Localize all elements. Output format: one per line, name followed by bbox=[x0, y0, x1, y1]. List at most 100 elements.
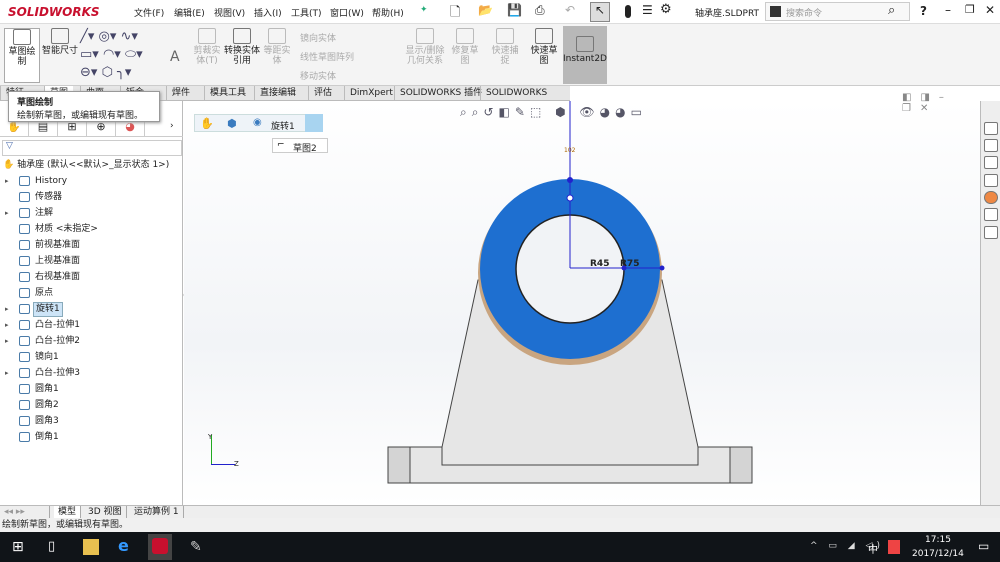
feature-icon bbox=[19, 400, 30, 410]
appearances-icon[interactable] bbox=[984, 191, 998, 204]
z-axis-icon bbox=[211, 464, 235, 465]
rapid-sketch-button[interactable]: 快速草图 bbox=[528, 28, 560, 66]
triad: Y Z bbox=[208, 433, 240, 469]
tab-direct-editing[interactable]: 直接编辑 bbox=[254, 86, 301, 101]
menu-view[interactable]: 视图(V) bbox=[214, 6, 245, 19]
sketch-point[interactable] bbox=[566, 194, 574, 202]
convert-entities-button[interactable]: 转换实体引用 bbox=[224, 28, 260, 66]
paint-icon[interactable]: ✎ bbox=[190, 539, 206, 555]
ime-indicator[interactable]: 中 bbox=[868, 541, 878, 556]
minimize-button[interactable]: – bbox=[945, 3, 951, 17]
line-icon[interactable]: ╱▾ bbox=[80, 29, 98, 44]
edge-icon[interactable]: e bbox=[118, 536, 134, 555]
tree-root[interactable]: ✋ 轴承座 (默认<<默认>_显示状态 1>) bbox=[3, 157, 169, 173]
sketch-point[interactable] bbox=[659, 265, 665, 271]
expand-chevron-icon[interactable]: › bbox=[170, 121, 174, 131]
fillet-icon[interactable]: ╮▾ bbox=[117, 65, 131, 80]
feature-icon bbox=[19, 320, 30, 330]
help-icon[interactable]: ? bbox=[920, 4, 927, 18]
file-explorer-icon[interactable] bbox=[83, 539, 99, 555]
options-gear-icon[interactable]: ⚙ bbox=[660, 2, 672, 17]
foot-right bbox=[729, 446, 753, 484]
ellipse-icon[interactable]: ⬭▾ bbox=[125, 47, 143, 62]
undo-icon[interactable]: ↶ bbox=[565, 3, 575, 17]
move-entities-button[interactable]: 移动实体 bbox=[300, 68, 354, 87]
text-icon[interactable]: A bbox=[170, 49, 180, 65]
home-icon[interactable] bbox=[984, 122, 998, 135]
search-input[interactable]: 搜索命令 bbox=[786, 6, 822, 19]
mirror-entities-button[interactable]: 镜向实体 bbox=[300, 30, 354, 49]
windows-taskbar: ⊞ ▯ e ✎ ^ ▭ ◢ ◁) 中 17:15 2017/12/14 ▭ bbox=[0, 532, 1000, 562]
dimension-r45[interactable]: R45 bbox=[590, 259, 609, 269]
dimension-top[interactable]: 102 bbox=[564, 147, 575, 154]
expand-arrow-icon[interactable]: ▸ bbox=[5, 317, 9, 333]
sketch-button[interactable]: 草图绘制 bbox=[4, 28, 40, 83]
smart-dimension-label: 智能尺寸 bbox=[42, 46, 79, 56]
menu-tools[interactable]: 工具(T) bbox=[291, 6, 322, 19]
expand-arrow-icon[interactable]: ▸ bbox=[5, 365, 9, 381]
resources-icon[interactable] bbox=[984, 139, 998, 152]
clock-time[interactable]: 17:15 bbox=[925, 535, 951, 545]
slot-icon[interactable]: ⊖▾ bbox=[80, 65, 102, 80]
save-icon[interactable]: 💾 bbox=[507, 3, 522, 17]
rebuild-icon[interactable] bbox=[625, 5, 631, 18]
dimension-r75[interactable]: R75 bbox=[620, 259, 639, 269]
menu-window[interactable]: 窗口(W) bbox=[330, 6, 364, 19]
tree-filter[interactable]: ▽ bbox=[2, 140, 182, 156]
smart-dimension-button[interactable]: 智能尺寸 bbox=[42, 28, 78, 56]
tab-mold-tools[interactable]: 模具工具 bbox=[204, 86, 251, 101]
tab-evaluate[interactable]: 评估 bbox=[308, 86, 337, 101]
open-icon[interactable]: 📂 bbox=[478, 3, 493, 17]
graphics-area[interactable]: ✋ ⬢ ◉ 旋转1 ⌐ 草图2 ⌕⌕↺◧✎⬚ ⬢ 👁◕◕▭ ◧◨–❐✕ R45 … bbox=[184, 92, 980, 505]
windows-start-icon[interactable]: ⊞ bbox=[12, 539, 28, 555]
spline-icon[interactable]: ∿▾ bbox=[121, 29, 138, 44]
quick-snap-button[interactable]: 快速捕捉 bbox=[490, 28, 520, 66]
restore-button[interactable]: ❐ bbox=[965, 3, 975, 16]
tab-dimxpert[interactable]: DimXpert bbox=[344, 86, 398, 101]
menu-help[interactable]: 帮助(H) bbox=[372, 6, 404, 19]
menu-edit[interactable]: 编辑(E) bbox=[174, 6, 205, 19]
expand-arrow-icon[interactable]: ▸ bbox=[5, 333, 9, 349]
linear-pattern-button[interactable]: 线性草图阵列 bbox=[300, 49, 354, 68]
rectangle-icon[interactable]: ▭▾ bbox=[80, 47, 103, 62]
tab-mbd[interactable]: SOLIDWORKS MBD bbox=[480, 86, 570, 112]
forum-icon[interactable] bbox=[984, 226, 998, 239]
offset-button[interactable]: 等距实体 bbox=[260, 28, 294, 66]
solidworks-logo[interactable]: SOLIDWORKS bbox=[8, 2, 108, 22]
tab-addins[interactable]: SOLIDWORKS 插件 bbox=[394, 86, 487, 101]
expand-arrow-icon[interactable]: ▸ bbox=[5, 301, 9, 317]
arc-icon[interactable]: ◠▾ bbox=[103, 47, 125, 62]
expand-arrow-icon[interactable]: ▸ bbox=[5, 173, 9, 189]
menu-insert[interactable]: 插入(I) bbox=[254, 6, 282, 19]
file-properties-icon[interactable]: ☰ bbox=[642, 3, 653, 17]
foot-left bbox=[387, 446, 411, 484]
search-box[interactable]: 搜索命令 ⌕ bbox=[765, 2, 910, 21]
sketch-point[interactable] bbox=[567, 177, 573, 183]
instant2d-button[interactable]: Instant2D bbox=[563, 26, 607, 84]
tab-weldments[interactable]: 焊件 bbox=[166, 86, 195, 101]
menu-file[interactable]: 文件(F) bbox=[134, 6, 164, 19]
polygon-icon[interactable]: ⬡ bbox=[102, 65, 117, 80]
custom-properties-icon[interactable] bbox=[984, 208, 998, 221]
clock-date[interactable]: 2017/12/14 bbox=[912, 549, 964, 559]
task-view-icon[interactable]: ▯ bbox=[48, 539, 64, 555]
sogou-icon[interactable] bbox=[888, 540, 900, 554]
pin-icon[interactable]: ✦ bbox=[420, 5, 428, 15]
print-icon[interactable]: ⎙ bbox=[535, 3, 545, 18]
select-icon[interactable]: ↖ bbox=[590, 2, 610, 22]
repair-sketch-button[interactable]: 修复草图 bbox=[450, 28, 480, 66]
trim-button[interactable]: 剪裁实体(T) bbox=[190, 28, 224, 66]
model-drawing[interactable] bbox=[184, 101, 980, 505]
expand-arrow-icon[interactable]: ▸ bbox=[5, 205, 9, 221]
action-center-icon[interactable]: ▭ bbox=[978, 539, 989, 553]
feature-icon bbox=[19, 240, 30, 250]
file-explorer-icon[interactable] bbox=[984, 156, 998, 169]
circle-icon[interactable]: ◎▾ bbox=[98, 29, 120, 44]
feature-icon bbox=[19, 272, 30, 282]
close-button[interactable]: ✕ bbox=[985, 3, 995, 17]
new-doc-icon[interactable]: 🗋 bbox=[450, 3, 460, 25]
view-palette-icon[interactable] bbox=[984, 174, 998, 187]
solidworks-taskbar-icon[interactable] bbox=[148, 534, 172, 560]
relations-button[interactable]: 显示/删除几何关系 bbox=[402, 28, 448, 66]
search-icon[interactable]: ⌕ bbox=[888, 3, 895, 18]
